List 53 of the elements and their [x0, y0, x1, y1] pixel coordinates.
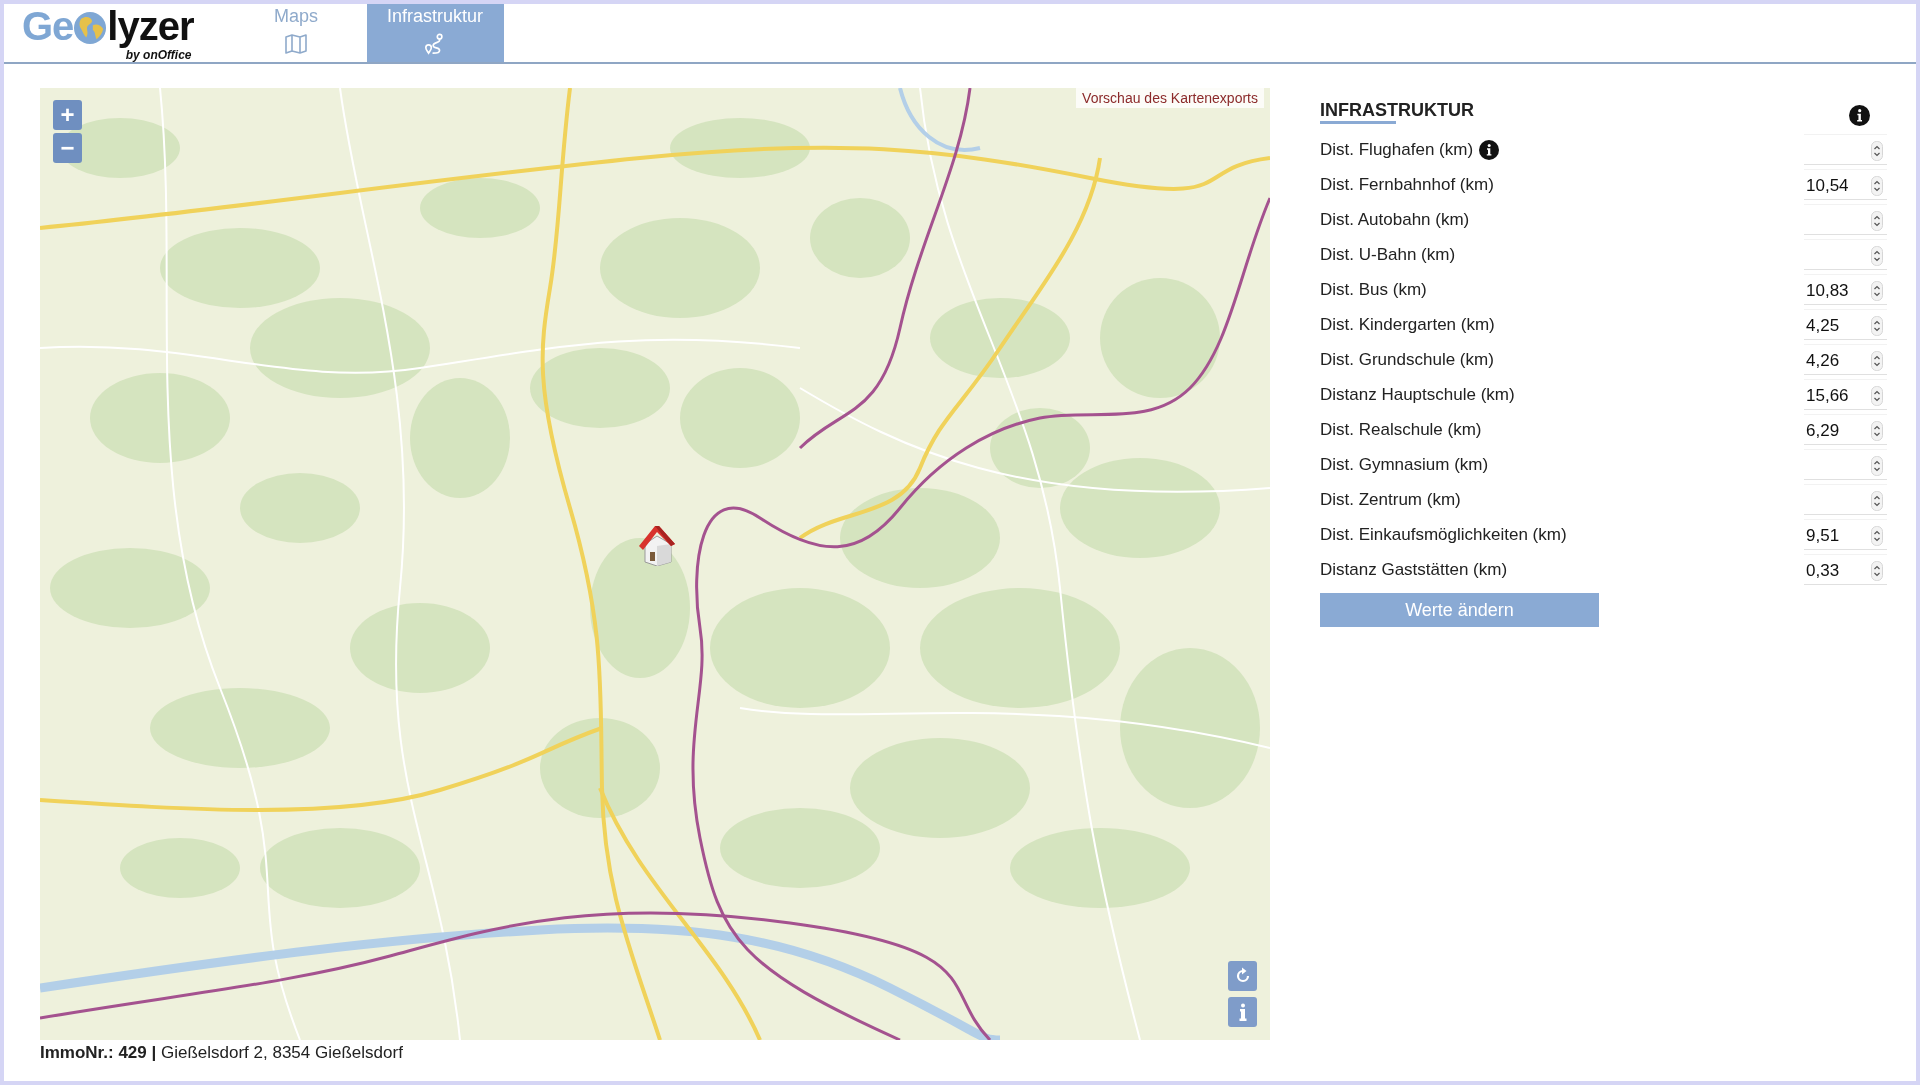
distance-input[interactable]: 0,33: [1804, 554, 1887, 585]
distance-input[interactable]: 4,26: [1804, 344, 1887, 375]
stepper-icon[interactable]: [1871, 316, 1883, 336]
stepper-icon[interactable]: [1871, 281, 1883, 301]
field-label: Dist. Kindergarten (km): [1320, 314, 1495, 335]
field-label: Dist. Gymnasium (km): [1320, 454, 1489, 475]
stepper-icon[interactable]: [1871, 141, 1883, 161]
field-label: Dist. Fernbahnhof (km): [1320, 174, 1494, 195]
field-label: Distanz Gaststätten (km): [1320, 559, 1508, 580]
stepper-icon[interactable]: [1871, 561, 1883, 581]
refresh-icon: [1234, 967, 1251, 985]
distance-input[interactable]: [1804, 449, 1887, 480]
field-label: Dist. Zentrum (km): [1320, 489, 1461, 510]
distance-input[interactable]: 9,51: [1804, 519, 1887, 550]
section-title: INFRASTRUKTUR: [1320, 100, 1474, 124]
stepper-icon[interactable]: [1871, 211, 1883, 231]
stepper-icon[interactable]: [1871, 386, 1883, 406]
distance-input[interactable]: 10,54: [1804, 169, 1887, 200]
property-caption: ImmoNr.: 429 | Gießelsdorf 2, 8354 Gießelsdorf: [40, 1043, 404, 1063]
field-label: Dist. Realschule (km): [1320, 419, 1482, 440]
distance-input[interactable]: [1804, 484, 1887, 515]
refresh-button[interactable]: [1228, 961, 1257, 991]
distance-input[interactable]: 15,66: [1804, 379, 1887, 410]
stepper-icon[interactable]: [1871, 421, 1883, 441]
distance-input[interactable]: 10,83: [1804, 274, 1887, 305]
distance-input[interactable]: 4,25: [1804, 309, 1887, 340]
stepper-icon[interactable]: [1871, 351, 1883, 371]
globe-icon: [74, 12, 107, 44]
stepper-icon[interactable]: [1871, 491, 1883, 511]
info-icon[interactable]: [1849, 104, 1870, 126]
stepper-icon[interactable]: [1871, 526, 1883, 546]
stepper-icon[interactable]: [1871, 246, 1883, 266]
field-label: Dist. Flughafen (km): [1320, 139, 1474, 160]
logo-wordmark: lyzer: [107, 4, 194, 49]
distance-input[interactable]: [1804, 204, 1887, 235]
field-label: Dist. U-Bahn (km): [1320, 244, 1456, 265]
info-button[interactable]: [1228, 997, 1257, 1027]
distance-input[interactable]: [1804, 134, 1887, 165]
stepper-icon[interactable]: [1871, 176, 1883, 196]
logo-tagline: by onOffice: [125, 49, 192, 62]
logo-wordmark: Ge: [22, 4, 74, 49]
stepper-icon[interactable]: [1871, 456, 1883, 476]
house-marker-icon[interactable]: [637, 524, 677, 566]
distance-input[interactable]: 6,29: [1804, 414, 1887, 445]
distance-input[interactable]: [1804, 239, 1887, 270]
field-label: Dist. Einkaufsmöglichkeiten (km): [1320, 524, 1567, 545]
field-label: Dist. Grundschule (km): [1320, 349, 1494, 370]
field-label: Distanz Hauptschule (km): [1320, 384, 1515, 405]
export-preview-label: Vorschau des Kartenexports: [1076, 88, 1264, 108]
field-label: Dist. Bus (km): [1320, 279, 1427, 300]
map-icon: [284, 33, 309, 55]
info-icon[interactable]: [1479, 139, 1500, 160]
field-label: Dist. Autobahn (km): [1320, 209, 1470, 230]
